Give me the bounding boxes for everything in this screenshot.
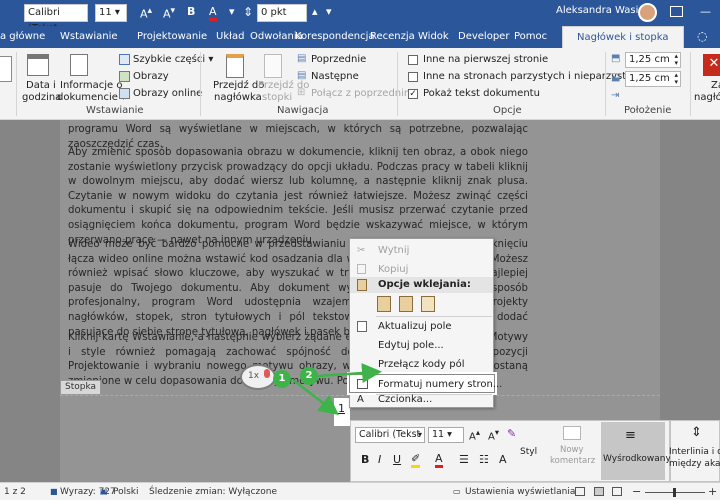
proofing-icon[interactable]: ■ — [50, 487, 58, 496]
zoom-out-icon[interactable]: − — [632, 485, 641, 498]
zoom-in-icon[interactable]: + — [708, 485, 717, 498]
arrow-to-page-number — [292, 379, 339, 416]
annotation-arrows — [292, 363, 382, 416]
language[interactable]: Polski — [113, 487, 139, 497]
language-icon[interactable]: ▣ — [100, 487, 108, 496]
step-1-badge: 1 — [273, 370, 291, 388]
arrow-to-format-numbers — [317, 363, 382, 383]
read-mode-icon[interactable] — [575, 487, 585, 496]
click-count-label: 1x — [248, 371, 260, 381]
display-settings-icon[interactable]: ▭ — [453, 487, 461, 496]
display-settings[interactable]: Ustawienia wyświetlania — [465, 487, 575, 497]
zoom-slider-thumb[interactable] — [673, 488, 676, 497]
web-layout-icon[interactable] — [612, 487, 622, 496]
right-button-indicator — [264, 369, 270, 378]
mouse-icon: 1x — [240, 364, 276, 390]
status-bar: 1 z 2 ■ Wyrazy: 727 ▣ Polski Śledzenie z… — [0, 482, 720, 500]
track-changes-status[interactable]: Śledzenie zmian: Wyłączone — [149, 487, 277, 497]
print-layout-icon[interactable] — [594, 487, 604, 496]
page-count[interactable]: 1 z 2 — [4, 487, 26, 497]
step-2-badge: 2 — [300, 367, 318, 385]
